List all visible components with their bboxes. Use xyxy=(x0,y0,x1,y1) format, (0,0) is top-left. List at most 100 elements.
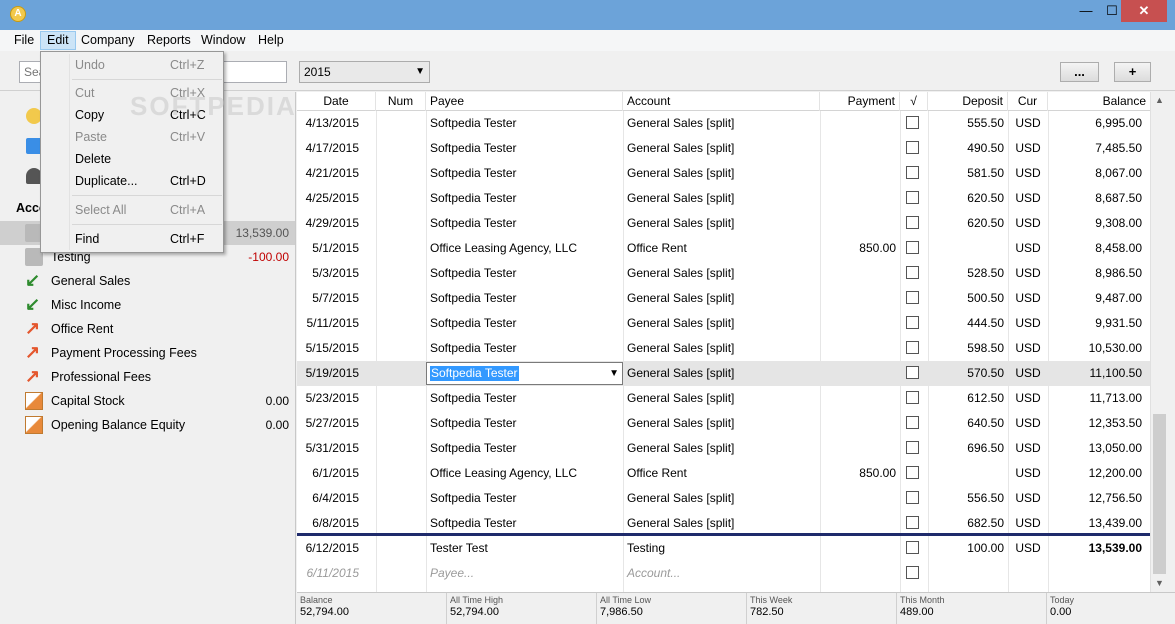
menu-reports[interactable]: Reports xyxy=(141,31,197,50)
row-account[interactable]: General Sales [split] xyxy=(623,261,820,286)
row-date[interactable]: 4/25/2015 xyxy=(297,186,363,211)
sidebar-item-professional-fees[interactable]: ↗ Professional Fees xyxy=(0,365,295,389)
add-transaction-button[interactable]: + xyxy=(1114,62,1151,82)
row-account[interactable]: General Sales [split] xyxy=(623,386,820,411)
menu-window[interactable]: Window xyxy=(195,31,251,50)
menu-item-copy[interactable]: Copy Ctrl+C xyxy=(42,104,223,126)
menu-edit[interactable]: Edit xyxy=(40,31,76,50)
cleared-checkbox[interactable] xyxy=(906,141,919,154)
row-account[interactable]: General Sales [split] xyxy=(623,336,820,361)
row-account[interactable]: General Sales [split] xyxy=(623,311,820,336)
table-row[interactable]: 4/29/2015 Softpedia Tester General Sales [… xyxy=(297,211,1150,236)
table-row[interactable]: 5/23/2015 Softpedia Tester General Sales [… xyxy=(297,386,1150,411)
table-row[interactable]: 5/1/2015 Office Leasing Agency, LLC Office… xyxy=(297,236,1150,261)
row-account[interactable]: General Sales [split] xyxy=(623,486,820,511)
row-account[interactable]: General Sales [split] xyxy=(623,361,820,386)
sidebar-item-payment-processing-fees[interactable]: ↗ Payment Processing Fees xyxy=(0,341,295,365)
cleared-checkbox[interactable] xyxy=(906,416,919,429)
row-payee[interactable]: Softpedia Tester xyxy=(426,261,623,286)
row-date[interactable]: 4/21/2015 xyxy=(297,161,363,186)
sidebar-item-capital-stock[interactable]: Capital Stock 0.00 xyxy=(0,389,295,413)
row-payment[interactable] xyxy=(820,336,900,361)
menu-item-select-all[interactable]: Select All Ctrl+A xyxy=(42,199,223,221)
row-payee[interactable]: Softpedia Tester xyxy=(426,386,623,411)
row-date[interactable]: 6/1/2015 xyxy=(297,461,363,486)
col-deposit[interactable]: Deposit xyxy=(928,92,1008,111)
cleared-checkbox[interactable] xyxy=(906,541,919,554)
cleared-checkbox[interactable] xyxy=(906,291,919,304)
row-payee[interactable]: Softpedia Tester xyxy=(426,161,623,186)
cleared-checkbox[interactable] xyxy=(906,391,919,404)
row-payment[interactable]: 850.00 xyxy=(820,236,900,261)
row-payment[interactable] xyxy=(820,386,900,411)
row-date[interactable]: 6/12/2015 xyxy=(297,536,363,561)
cleared-checkbox[interactable] xyxy=(906,366,919,379)
row-account[interactable]: General Sales [split] xyxy=(623,186,820,211)
row-date[interactable]: 5/27/2015 xyxy=(297,411,363,436)
row-date[interactable]: 5/23/2015 xyxy=(297,386,363,411)
row-payee[interactable]: Softpedia Tester xyxy=(426,311,623,336)
menu-item-find[interactable]: Find Ctrl+F xyxy=(42,228,223,250)
cleared-checkbox[interactable] xyxy=(906,116,919,129)
row-deposit[interactable]: 640.50 xyxy=(928,411,1008,436)
row-payee[interactable]: Softpedia Tester xyxy=(426,436,623,461)
row-date[interactable]: 5/7/2015 xyxy=(297,286,363,311)
row-payment[interactable] xyxy=(820,261,900,286)
scroll-up-icon[interactable]: ▲ xyxy=(1151,92,1168,109)
row-deposit[interactable]: 612.50 xyxy=(928,386,1008,411)
table-row[interactable]: 5/31/2015 Softpedia Tester General Sales [… xyxy=(297,436,1150,461)
row-deposit[interactable] xyxy=(928,461,1008,486)
row-deposit[interactable]: 555.50 xyxy=(928,111,1008,136)
row-payee[interactable]: Softpedia Tester xyxy=(426,186,623,211)
row-payee[interactable]: Softpedia Tester xyxy=(426,136,623,161)
row-deposit[interactable]: 444.50 xyxy=(928,311,1008,336)
chevron-down-icon[interactable]: ▼ xyxy=(609,364,619,384)
menu-file[interactable]: File xyxy=(8,31,40,50)
row-deposit[interactable]: 581.50 xyxy=(928,161,1008,186)
cleared-checkbox[interactable] xyxy=(906,491,919,504)
menu-item-undo[interactable]: Undo Ctrl+Z xyxy=(42,54,223,76)
row-payment[interactable] xyxy=(820,536,900,561)
cleared-checkbox[interactable] xyxy=(906,566,919,579)
row-deposit[interactable] xyxy=(928,236,1008,261)
row-date[interactable]: 5/11/2015 xyxy=(297,311,363,336)
row-account[interactable]: General Sales [split] xyxy=(623,211,820,236)
new-date-field[interactable]: 6/11/2015 xyxy=(297,561,363,586)
table-row[interactable]: 6/4/2015 Softpedia Tester General Sales [s… xyxy=(297,486,1150,511)
row-payment[interactable] xyxy=(820,311,900,336)
table-row[interactable]: 4/25/2015 Softpedia Tester General Sales [… xyxy=(297,186,1150,211)
new-payee-field[interactable]: Payee... xyxy=(426,561,623,586)
cleared-checkbox[interactable] xyxy=(906,266,919,279)
row-payee[interactable]: Softpedia Tester xyxy=(426,336,623,361)
col-payment[interactable]: Payment xyxy=(820,92,900,111)
row-payment[interactable] xyxy=(820,411,900,436)
row-date[interactable]: 4/13/2015 xyxy=(297,111,363,136)
row-account[interactable]: Office Rent xyxy=(623,236,820,261)
row-date[interactable]: 5/19/2015 xyxy=(297,361,363,386)
cleared-checkbox[interactable] xyxy=(906,441,919,454)
row-date[interactable]: 4/29/2015 xyxy=(297,211,363,236)
menu-item-cut[interactable]: Cut Ctrl+X xyxy=(42,82,223,104)
row-payment[interactable] xyxy=(820,186,900,211)
scroll-down-icon[interactable]: ▼ xyxy=(1151,575,1168,592)
cleared-checkbox[interactable] xyxy=(906,166,919,179)
cleared-checkbox[interactable] xyxy=(906,516,919,529)
row-date[interactable]: 5/31/2015 xyxy=(297,436,363,461)
row-payment[interactable] xyxy=(820,436,900,461)
new-transaction-row[interactable]: 6/11/2015 Payee... Account... xyxy=(297,561,1150,586)
row-date[interactable]: 5/3/2015 xyxy=(297,261,363,286)
row-date[interactable]: 6/4/2015 xyxy=(297,486,363,511)
row-deposit[interactable]: 490.50 xyxy=(928,136,1008,161)
row-date[interactable]: 5/1/2015 xyxy=(297,236,363,261)
table-row[interactable]: 5/19/2015 Softpedia Tester ▼ General Sales … xyxy=(297,361,1150,386)
menu-item-duplicate[interactable]: Duplicate... Ctrl+D xyxy=(42,170,223,192)
table-row[interactable]: 5/27/2015 Softpedia Tester General Sales [… xyxy=(297,411,1150,436)
row-payee[interactable]: Tester Test xyxy=(426,536,623,561)
row-account[interactable]: General Sales [split] xyxy=(623,161,820,186)
col-num[interactable]: Num xyxy=(376,92,426,111)
close-button[interactable]: ✕ xyxy=(1121,0,1167,22)
row-account[interactable]: Office Rent xyxy=(623,461,820,486)
register-scrollbar[interactable]: ▲ ▼ xyxy=(1150,92,1167,592)
row-payment[interactable] xyxy=(820,161,900,186)
col-account[interactable]: Account xyxy=(623,92,820,111)
